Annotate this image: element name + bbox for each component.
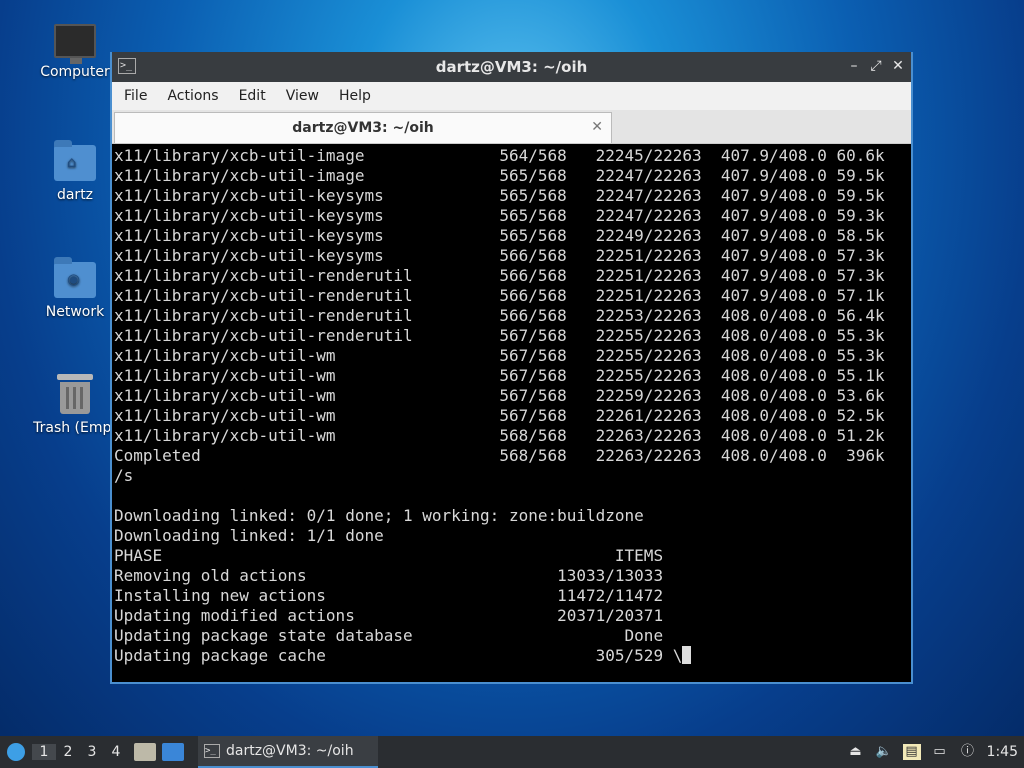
maximize-button[interactable]: ⤢ xyxy=(869,58,883,74)
taskbar: 1 2 3 4 >_ dartz@VM3: ~/oih ⏏ 🔈 ▤ ▭ ⓘ 1:… xyxy=(0,736,1024,768)
terminal-line: x11/library/xcb-util-renderutil 566/568 … xyxy=(114,286,885,305)
notification-icon[interactable]: ⓘ xyxy=(959,744,977,760)
terminal-line: x11/library/xcb-util-renderutil 566/568 … xyxy=(114,266,885,285)
workspace-1[interactable]: 1 xyxy=(32,744,56,760)
terminal-line: x11/library/xcb-util-wm 567/568 22255/22… xyxy=(114,366,885,385)
terminal-line: x11/library/xcb-util-keysyms 565/568 222… xyxy=(114,226,885,245)
terminal-line: /s xyxy=(114,466,134,485)
terminal-line: x11/library/xcb-util-wm 567/568 22255/22… xyxy=(114,346,885,365)
computer-icon xyxy=(54,24,96,64)
terminal-output[interactable]: x11/library/xcb-util-image 564/568 22245… xyxy=(112,144,911,682)
tab-terminal[interactable]: dartz@VM3: ~/oih ✕ xyxy=(114,112,612,143)
clipboard-icon[interactable]: ▤ xyxy=(902,744,921,760)
clock[interactable]: 1:45 xyxy=(987,744,1018,760)
network-icon[interactable]: ▭ xyxy=(931,744,949,760)
terminal-line: x11/library/xcb-util-keysyms 565/568 222… xyxy=(114,206,885,225)
taskbar-task-terminal[interactable]: >_ dartz@VM3: ~/oih xyxy=(198,736,378,768)
menu-help[interactable]: Help xyxy=(329,88,381,104)
close-button[interactable]: ✕ xyxy=(891,58,905,74)
terminal-line: Installing new actions 11472/11472 xyxy=(114,586,664,605)
tab-label: dartz@VM3: ~/oih xyxy=(292,120,434,136)
terminal-line: x11/library/xcb-util-keysyms 566/568 222… xyxy=(114,246,885,265)
volume-icon[interactable]: 🔈 xyxy=(875,744,893,760)
workspace-4[interactable]: 4 xyxy=(104,744,128,760)
terminal-line: x11/library/xcb-util-image 564/568 22245… xyxy=(114,146,885,165)
terminal-line: Removing old actions 13033/13033 xyxy=(114,566,664,585)
terminal-line: Updating package cache 305/529 \ xyxy=(114,646,909,666)
terminal-line: x11/library/xcb-util-image 565/568 22247… xyxy=(114,166,885,185)
terminal-task-icon: >_ xyxy=(204,744,220,758)
terminal-cursor xyxy=(682,646,692,664)
eject-icon[interactable]: ⏏ xyxy=(847,744,865,760)
terminal-line: Downloading linked: 0/1 done; 1 working:… xyxy=(114,506,644,525)
terminal-line: x11/library/xcb-util-wm 568/568 22263/22… xyxy=(114,426,885,445)
menu-actions[interactable]: Actions xyxy=(157,88,228,104)
menu-edit[interactable]: Edit xyxy=(229,88,276,104)
tab-close-icon[interactable]: ✕ xyxy=(591,119,603,135)
menu-view[interactable]: View xyxy=(276,88,329,104)
terminal-line: x11/library/xcb-util-wm 567/568 22259/22… xyxy=(114,386,885,405)
terminal-line: PHASE ITEMS xyxy=(114,546,664,565)
home-folder-icon: ⌂ xyxy=(54,140,96,181)
terminal-line: x11/library/xcb-util-wm 567/568 22261/22… xyxy=(114,406,885,425)
terminal-line: x11/library/xcb-util-keysyms 565/568 222… xyxy=(114,186,885,205)
terminal-line: x11/library/xcb-util-renderutil 567/568 … xyxy=(114,326,885,345)
terminal-line: Updating modified actions 20371/20371 xyxy=(114,606,664,625)
terminal-line: Completed 568/568 22263/22263 408.0/408.… xyxy=(114,446,885,465)
minimize-button[interactable]: – xyxy=(847,58,861,74)
start-menu-button[interactable] xyxy=(0,736,32,768)
app-menu-icon xyxy=(7,743,25,761)
system-tray: ⏏ 🔈 ▤ ▭ ⓘ 1:45 xyxy=(847,744,1024,760)
network-folder-icon: ◉ xyxy=(54,257,96,298)
task-label: dartz@VM3: ~/oih xyxy=(226,743,354,759)
terminal-app-icon: >_ xyxy=(118,58,136,74)
terminal-line: Updating package state database Done xyxy=(114,626,664,645)
menu-bar: File Actions Edit View Help xyxy=(112,82,911,110)
workspace-2[interactable]: 2 xyxy=(56,744,80,760)
tab-bar: dartz@VM3: ~/oih ✕ xyxy=(112,110,911,144)
terminal-line: Downloading linked: 1/1 done xyxy=(114,526,384,545)
file-manager-launcher-icon[interactable] xyxy=(134,743,156,761)
menu-file[interactable]: File xyxy=(114,88,157,104)
terminal-line: x11/library/xcb-util-renderutil 566/568 … xyxy=(114,306,885,325)
window-titlebar[interactable]: >_ dartz@VM3: ~/oih – ⤢ ✕ xyxy=(112,52,911,82)
workspace-3[interactable]: 3 xyxy=(80,744,104,760)
window-title: dartz@VM3: ~/oih xyxy=(435,58,588,76)
terminal-window: >_ dartz@VM3: ~/oih – ⤢ ✕ File Actions E… xyxy=(110,52,913,684)
desktop-launcher-icon[interactable] xyxy=(162,743,184,761)
trash-icon xyxy=(57,374,93,414)
